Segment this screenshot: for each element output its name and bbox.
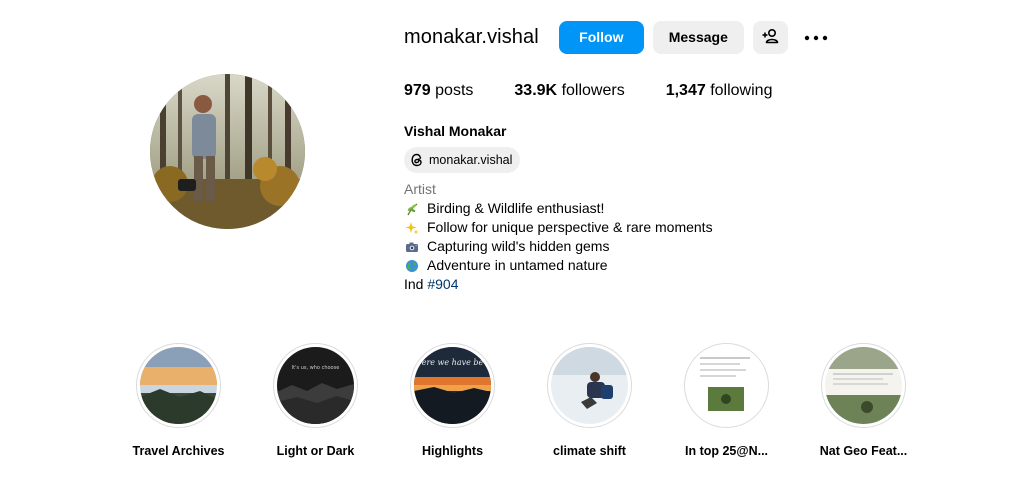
highlight-item[interactable]: Travel Archives [110,343,247,458]
highlight-label: Travel Archives [132,444,225,458]
highlight-cover-image [688,347,765,424]
highlight-item[interactable]: ere we have be Highlights [384,343,521,458]
bio-line: Birding & Wildlife enthusiast! [404,199,713,218]
highlight-cover-image: ere we have be [414,347,491,424]
threads-icon [410,153,424,167]
highlight-item[interactable]: It's us, who choose Light or Dark [247,343,384,458]
bio-text: Follow for unique perspective & rare mom… [427,219,713,235]
more-horizontal-icon [804,29,828,45]
profile-bio: Birding & Wildlife enthusiast! Follow fo… [404,199,713,294]
following-label: following [710,82,773,99]
posts-stat: 979 posts [404,82,473,100]
highlight-ring [136,343,221,428]
message-button[interactable]: Message [652,20,744,54]
highlight-label: Highlights [421,444,484,458]
profile-username: monakar.vishal [404,25,539,48]
bio-text: Birding & Wildlife enthusiast! [427,200,605,216]
followers-count: 33.9K [514,82,558,99]
camera-icon [404,239,420,255]
highlight-cover-image [825,347,902,424]
highlight-label: In top 25@N... [684,444,769,458]
bio-location-line: Ind #904 [404,275,713,294]
sparkles-icon [404,220,420,236]
bio-hashtag-link[interactable]: #904 [427,275,458,294]
highlight-item[interactable]: Nat Geo Feat... [795,343,932,458]
highlight-cover-image: It's us, who choose [277,347,354,424]
highlight-item[interactable]: climate shift [521,343,658,458]
posts-label: posts [435,82,474,99]
story-highlights: Travel Archives It's us, who choose Ligh… [110,343,932,458]
more-options-button[interactable] [801,21,831,54]
highlight-label: climate shift [553,444,626,458]
profile-header: monakar.vishal Follow Message [404,20,840,54]
following-stat[interactable]: 1,347 following [666,82,773,100]
profile-stats: 979 posts 33.9K followers 1,347 followin… [404,82,813,100]
highlight-cover-image [551,347,628,424]
highlight-cover-text: ere we have be [422,358,484,367]
bio-line: Capturing wild's hidden gems [404,237,713,256]
bio-location: Ind [404,276,424,292]
following-count: 1,347 [665,82,706,99]
suggested-users-button[interactable] [752,20,788,54]
follow-button[interactable]: Follow [558,20,644,54]
bio-line: Adventure in untamed nature [404,256,713,275]
profile-full-name: Vishal Monakar [404,123,507,139]
threads-handle: monakar.vishal [429,153,513,167]
highlight-ring [684,343,769,428]
profile-category: Artist [404,181,436,197]
profile-page: monakar.vishal Follow Message 979 posts … [0,0,1024,479]
highlight-label: Light or Dark [276,444,355,458]
followers-stat[interactable]: 33.9K followers [514,82,624,100]
highlight-ring [821,343,906,428]
highlight-cover-text: It's us, who choose [292,365,340,371]
followers-label: followers [561,82,625,99]
bio-text: Capturing wild's hidden gems [427,238,610,254]
threads-link[interactable]: monakar.vishal [404,147,521,173]
highlight-ring: It's us, who choose [273,343,358,428]
profile-avatar[interactable] [150,74,305,229]
globe-icon [404,258,420,274]
highlight-item[interactable]: In top 25@N... [658,343,795,458]
highlight-cover-image [140,347,217,424]
posts-count: 979 [404,82,431,99]
add-user-icon [761,27,779,48]
bio-line: Follow for unique perspective & rare mom… [404,218,713,237]
herb-icon [404,201,420,217]
bio-text: Adventure in untamed nature [427,257,608,273]
highlight-ring [547,343,632,428]
highlight-label: Nat Geo Feat... [819,444,908,458]
highlight-ring: ere we have be [410,343,495,428]
